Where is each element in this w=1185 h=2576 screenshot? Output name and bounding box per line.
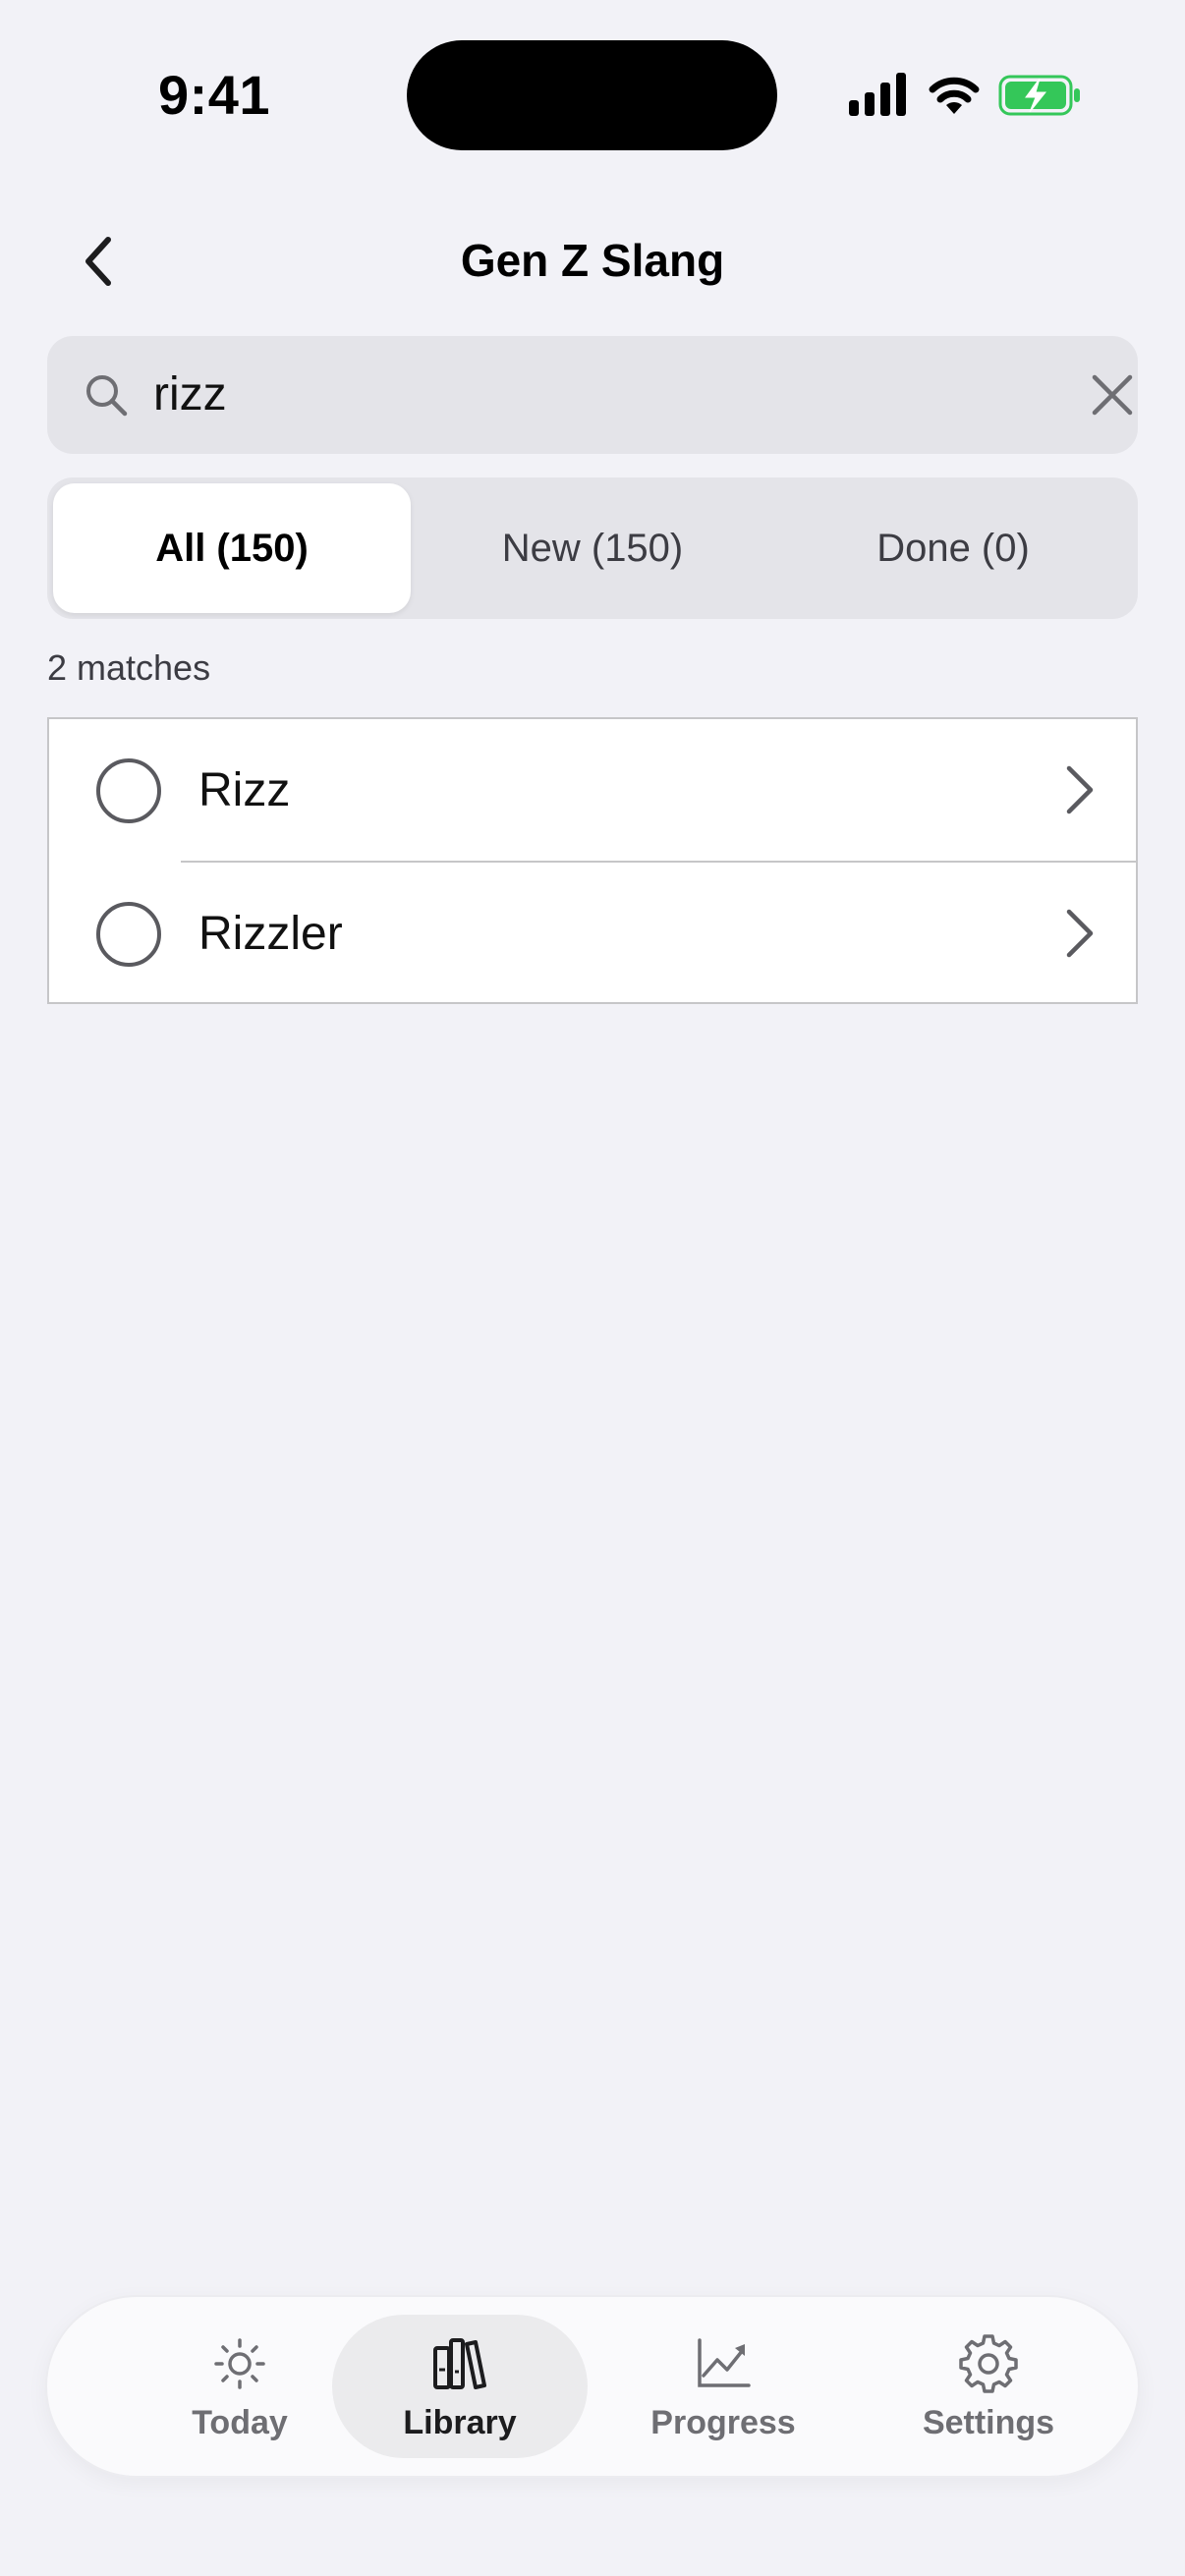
tab-settings[interactable]: Settings — [861, 2315, 1116, 2458]
segment-new[interactable]: New (150) — [414, 483, 771, 613]
search-icon — [86, 375, 128, 417]
chevron-right-icon — [1066, 765, 1094, 814]
tab-label: Settings — [922, 2404, 1055, 2441]
segment-done[interactable]: Done (0) — [774, 483, 1132, 613]
search-input[interactable]: rizz — [153, 356, 1018, 434]
filter-segmented-control: All (150) New (150) Done (0) — [47, 477, 1138, 619]
completion-radio[interactable] — [96, 902, 161, 967]
dynamic-island — [407, 40, 777, 150]
tab-label: Library — [403, 2404, 517, 2441]
cellular-signal-icon — [849, 73, 906, 116]
tab-label: Today — [192, 2404, 288, 2441]
page-title: Gen Z Slang — [460, 235, 725, 286]
status-bar: 9:41 — [0, 0, 1185, 187]
tab-progress[interactable]: Progress — [595, 2315, 851, 2458]
gear-icon — [959, 2334, 1018, 2393]
tab-today[interactable]: Today — [112, 2315, 367, 2458]
clear-search-icon[interactable] — [1077, 360, 1148, 430]
sun-icon — [214, 2338, 265, 2389]
search-bar[interactable]: rizz — [47, 336, 1138, 454]
back-button[interactable] — [59, 222, 138, 301]
list-item-label: Rizzler — [198, 908, 343, 960]
chevron-left-icon — [85, 237, 111, 286]
status-time: 9:41 — [157, 64, 271, 126]
list-item[interactable]: Rizz — [49, 719, 1136, 863]
chevron-right-icon — [1066, 909, 1094, 958]
match-count: 2 matches — [47, 647, 211, 688]
wifi-icon — [929, 77, 980, 114]
books-icon — [433, 2338, 486, 2389]
results-list: Rizz Rizzler — [47, 717, 1138, 1004]
chart-icon — [698, 2338, 751, 2387]
list-item-label: Rizz — [198, 764, 291, 816]
battery-charging-icon — [998, 75, 1080, 116]
tab-library[interactable]: Library — [332, 2315, 588, 2458]
list-item[interactable]: Rizzler — [49, 863, 1136, 1004]
completion-radio[interactable] — [96, 758, 161, 823]
status-icons — [849, 71, 1085, 120]
segment-all[interactable]: All (150) — [53, 483, 411, 613]
tab-label: Progress — [650, 2404, 796, 2441]
tab-bar: Today Library Progress Settings — [47, 2297, 1138, 2476]
